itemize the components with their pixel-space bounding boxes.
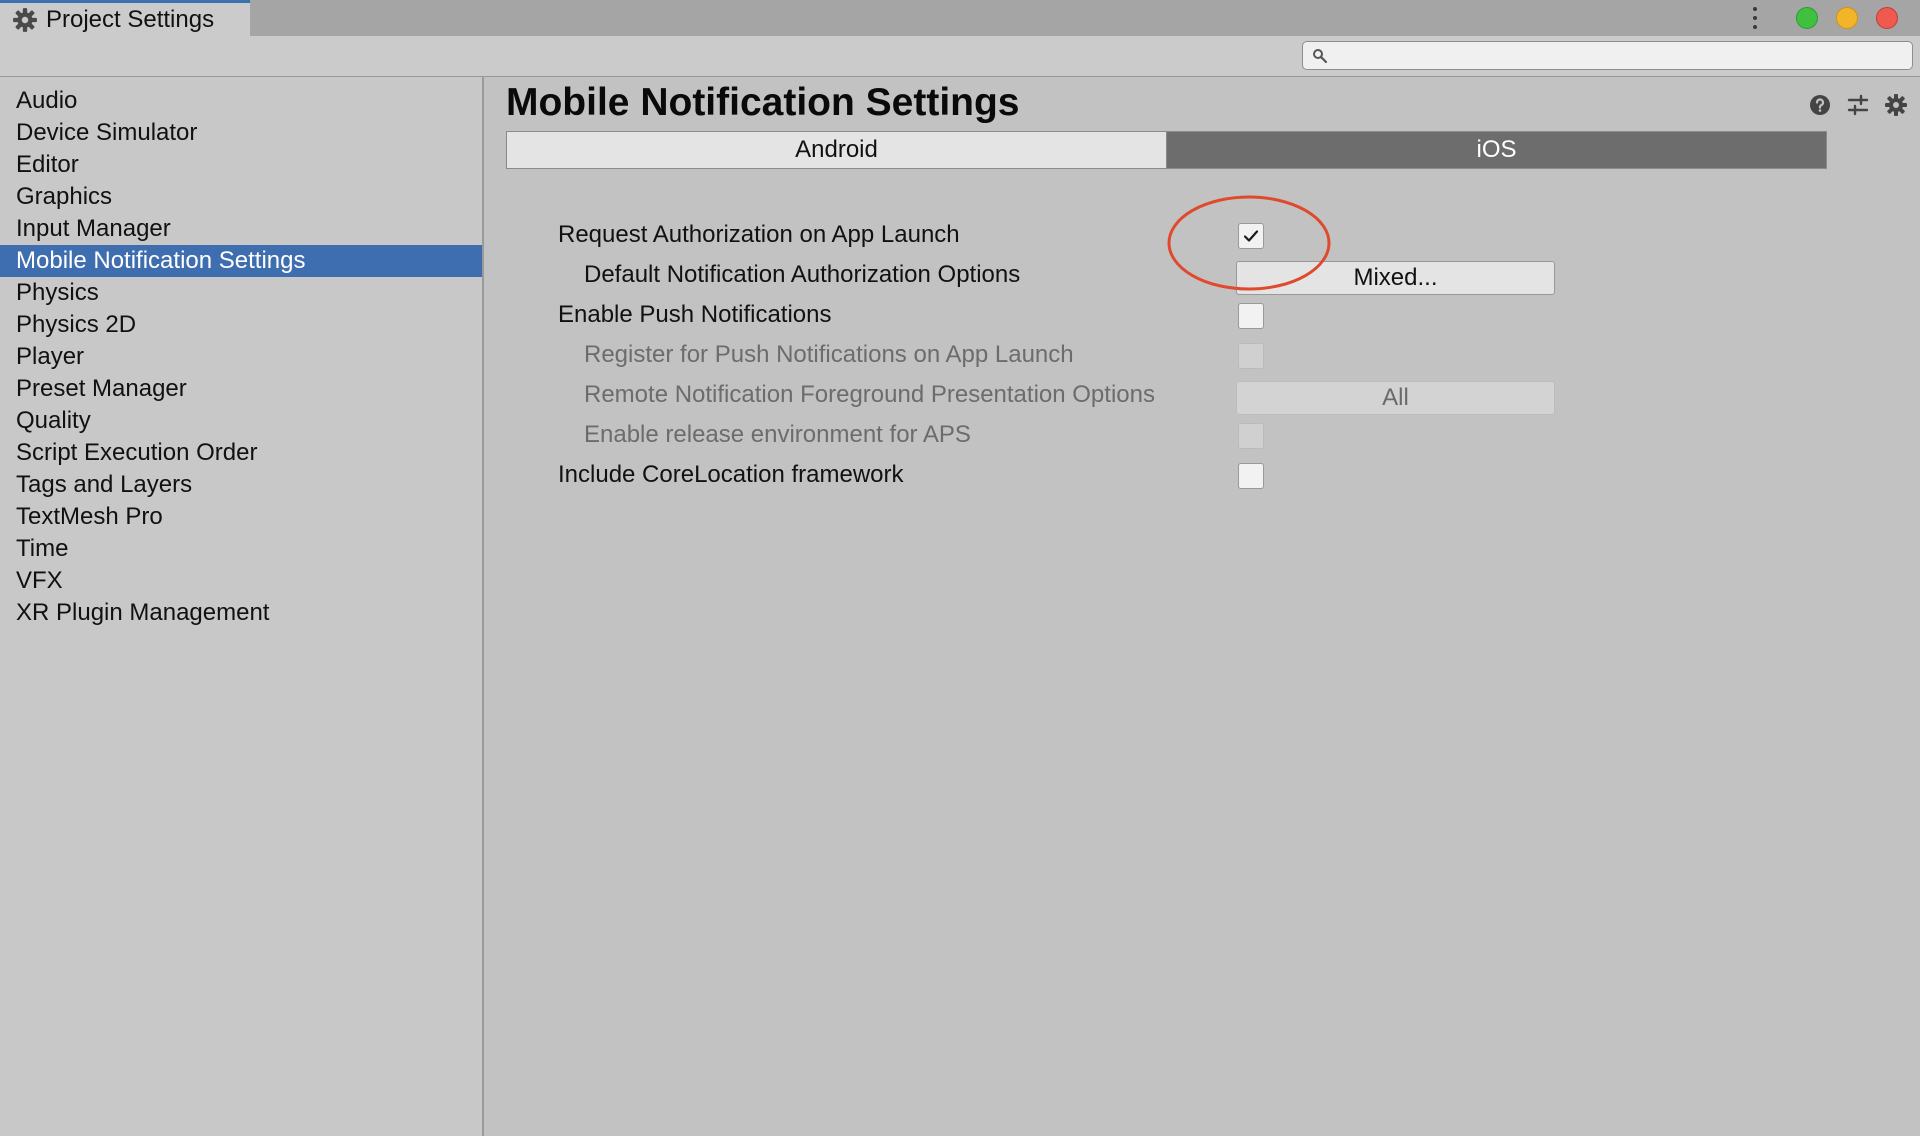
include-corelocation-framework-checkbox[interactable] [1238,463,1264,489]
header-actions [1794,93,1908,117]
enable-release-environment-for-aps-checkbox [1238,423,1264,449]
settings-category-list: Audio Device Simulator Editor Graphics Input… [0,77,482,629]
setting-label: Enable Push Notifications [558,301,832,328]
highlight-circle-annotation [1167,195,1331,291]
sidebar-item-mobile-notification-settings[interactable]: Mobile Notification Settings [0,245,482,277]
sidebar-item-input-manager[interactable]: Input Manager [0,213,482,245]
setting-label: Enable release environment for APS [584,421,971,448]
sidebar-item-tags-and-layers[interactable]: Tags and Layers [0,469,482,501]
project-settings-tab[interactable]: Project Settings [0,0,250,36]
setting-label: Include CoreLocation framework [558,461,904,488]
setting-row-enable-push-notifications: Enable Push Notifications [484,297,1920,337]
enable-push-notifications-checkbox[interactable] [1238,303,1264,329]
tab-android[interactable]: Android [507,132,1167,168]
settings-gear-icon[interactable] [1884,93,1908,117]
setting-label: Register for Push Notifications on App L… [584,341,1074,368]
sidebar-item-graphics[interactable]: Graphics [0,181,482,213]
setting-row-enable-release-environment-for-aps: Enable release environment for APS [484,417,1920,457]
sidebar-item-time[interactable]: Time [0,533,482,565]
search-icon [1313,49,1328,64]
setting-row-remote-notification-foreground-presentation-options: Remote Notification Foreground Presentat… [484,377,1920,417]
gear-icon [13,7,37,32]
toolbar [0,36,1920,77]
search-input[interactable] [1302,41,1913,70]
setting-row-include-corelocation-framework: Include CoreLocation framework [484,457,1920,497]
sidebar-item-textmesh-pro[interactable]: TextMesh Pro [0,501,482,533]
sidebar-item-audio[interactable]: Audio [0,85,482,117]
more-options-icon[interactable] [1750,5,1760,31]
sidebar-item-preset-manager[interactable]: Preset Manager [0,373,482,405]
help-icon[interactable] [1808,93,1832,117]
sidebar-item-script-execution-order[interactable]: Script Execution Order [0,437,482,469]
setting-label: Request Authorization on App Launch [558,221,960,248]
sidebar-item-physics-2d[interactable]: Physics 2D [0,309,482,341]
setting-label: Remote Notification Foreground Presentat… [584,381,1155,408]
sidebar-item-quality[interactable]: Quality [0,405,482,437]
sidebar-item-xr-plugin-management[interactable]: XR Plugin Management [0,597,482,629]
register-for-push-notifications-on-app-launch-checkbox [1238,343,1264,369]
platform-tabs: Android iOS [506,131,1827,169]
minimize-button[interactable] [1836,7,1858,29]
tab-ios[interactable]: iOS [1167,132,1826,168]
remote-notification-foreground-presentation-options-dropdown: All [1236,381,1555,415]
window-controls [1750,3,1898,33]
sidebar-item-player[interactable]: Player [0,341,482,373]
sidebar-item-device-simulator[interactable]: Device Simulator [0,117,482,149]
setting-row-register-for-push-notifications-on-app-launch: Register for Push Notifications on App L… [484,337,1920,377]
sidebar-item-editor[interactable]: Editor [0,149,482,181]
settings-sidebar: Audio Device Simulator Editor Graphics Input… [0,77,484,1136]
close-button[interactable] [1876,7,1898,29]
maximize-button[interactable] [1796,7,1818,29]
sidebar-item-physics[interactable]: Physics [0,277,482,309]
sidebar-item-vfx[interactable]: VFX [0,565,482,597]
tab-title: Project Settings [46,5,215,33]
title-bar: Project Settings [0,0,1920,36]
page-title: Mobile Notification Settings [506,81,1020,124]
setting-label: Default Notification Authorization Optio… [584,261,1021,288]
sliders-icon[interactable] [1846,93,1870,117]
